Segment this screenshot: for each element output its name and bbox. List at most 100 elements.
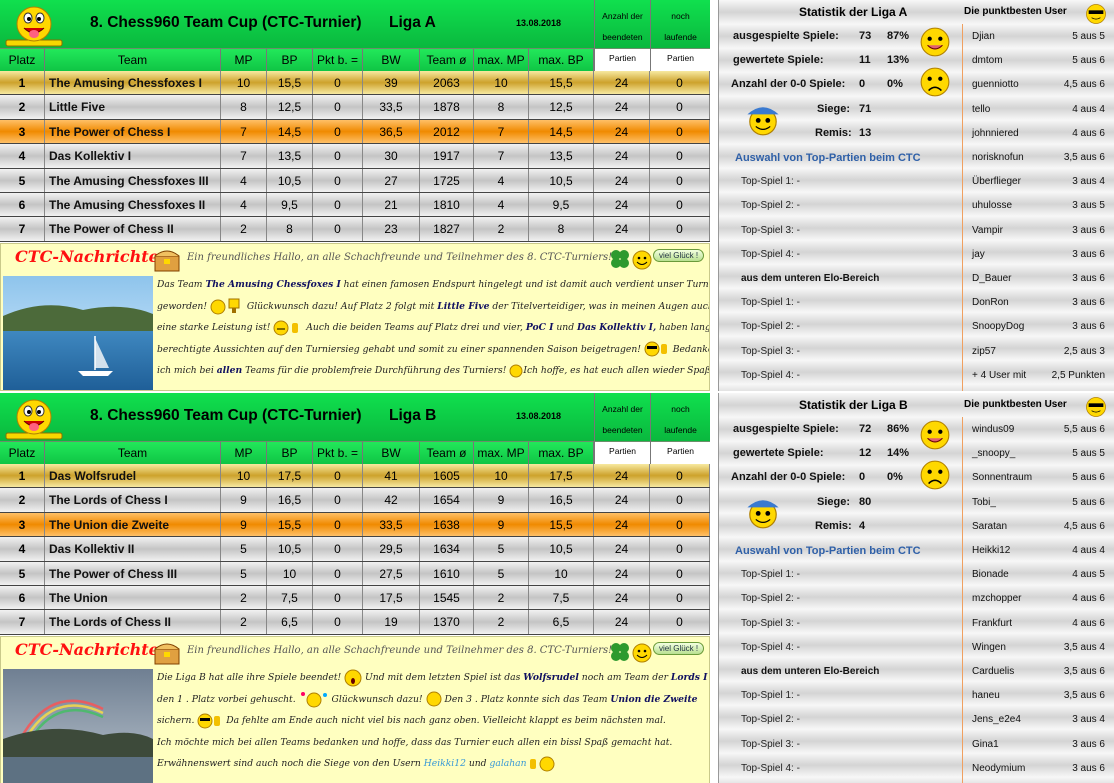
statistics-header: Statistik der Liga B Die punktbesten User [719,393,1114,417]
cell-team: The Amusing Chessfoxes II [45,192,221,217]
cell-platz: 1 [0,71,45,95]
cell-pkt: 0 [313,512,363,537]
cell-platz: 3 [0,119,45,144]
user-row: Carduelis 3,5 aus 6 [972,659,1105,683]
cell-running: 0 [650,464,710,488]
league-name: Liga A [389,14,436,31]
column-divider [962,24,963,391]
news-fragment: Ich möchte mich bei allen Teams bedanken… [157,736,673,748]
user-score: 3,5 aus 6 [1063,690,1105,702]
top-game-item: Top-Spiel 1: - [741,176,800,188]
news-fragment: Ich hoffe, es hat euch allen wieder Spaß… [523,365,709,376]
cell-pkt: 0 [313,537,363,561]
news-highlight: allen [216,365,243,376]
league-date: 13.08.2018 [516,411,562,421]
user-name: Bionade [972,569,1009,581]
news-team-name: Union die Zweite [610,693,698,705]
cell-pkt: 0 [313,192,363,217]
table-row: 1 Das Wolfsrudel 10 17,5 0 41 1605 10 17,5 24 0 [0,464,710,489]
smiley-face-icon [632,250,652,270]
header-line: Anzahl der [602,11,643,21]
cell-pkt: 0 [313,168,363,192]
cell-max-mp: 8 [474,95,529,119]
cell-team-avg: 1610 [420,561,474,585]
user-row: zip57 2,5 aus 3 [972,339,1105,363]
user-score: 5 aus 5 [1072,448,1105,460]
cell-pkt: 0 [313,464,363,488]
best-users-title: Die punktbesten User [964,6,1067,17]
cell-mp: 4 [221,192,267,217]
statistics-header: Statistik der Liga A Die punktbesten User [719,0,1114,24]
user-name: jay [972,248,985,260]
cell-bw: 41 [363,464,420,488]
cell-max-mp: 2 [474,217,529,241]
table-row: 6 The Amusing Chessfoxes II 4 9,5 0 21 1810 4 9,… [0,192,710,218]
news-team-name: Little Five [437,300,490,312]
header-line: Anzahl der [602,404,643,414]
clover-icon [611,250,629,268]
party-smiley-icon [300,692,327,708]
table-row: 7 The Power of Chess II 2 8 0 23 1827 2 8 24 0 [0,217,710,242]
user-row: johnniered 4 aus 6 [972,121,1105,145]
user-score: 4 aus 4 [1072,545,1105,556]
cell-max-bp: 10,5 [529,537,594,561]
cell-mp: 5 [221,561,267,585]
news-fragment: Die Liga B hat alle ihre Spiele beendet! [157,672,345,683]
cell-team: The Union die Zweite [45,512,221,537]
tongue-smiley-icon [5,6,63,47]
user-name: tello [972,103,991,115]
cell-team-avg: 1827 [420,217,474,241]
stat-percent: 0% [887,471,903,484]
user-score: 3,5 aus 4 [1063,641,1105,653]
table-row: 6 The Union 2 7,5 0 17,5 1545 2 7,5 24 0 [0,585,710,611]
table-row: 4 Das Kollektiv I 7 13,5 0 30 1917 7 13,5 24 0 [0,144,710,169]
user-name: norisknofun [972,152,1024,163]
user-row: Bionade 4 aus 5 [972,562,1105,586]
cell-max-mp: 7 [474,119,529,144]
best-users-title: Die punktbesten User [964,399,1067,410]
news-line: Die Liga B hat alle ihre Spiele beendet!… [157,667,709,689]
top-games-title: Auswahl von Top-Partien beim CTC [735,545,921,557]
news-fragment: und [553,322,577,333]
table-body: 1 The Amusing Chessfoxes I 10 15,5 0 39 2063 10… [0,71,710,242]
news-user-link: Heikki12 [423,758,466,769]
news-fragment: sichern. [157,715,198,726]
user-row: _snoopy_ 5 aus 5 [972,441,1105,465]
user-score: 3 aus 4 [1072,176,1105,188]
news-box: CTC-Nachrichten Ein freundliches Hallo, … [0,243,710,391]
news-fragment: noch am Team der [578,672,671,683]
user-row: Saratan 4,5 aus 6 [972,514,1105,538]
header-line: Partien [609,53,636,63]
cell-finished: 24 [594,71,650,95]
cell-bp: 6,5 [267,610,313,634]
cell-team: The Lords of Chess I [45,488,221,512]
cell-max-bp: 12,5 [529,95,594,119]
cell-finished: 24 [594,95,650,119]
cell-bw: 27 [363,168,420,192]
cell-bp: 10,5 [267,168,313,192]
wins-value: 80 [859,495,872,508]
user-score: 3 aus 6 [1072,738,1105,750]
user-name: Neodymium [972,762,1026,774]
cell-pkt: 0 [313,610,363,634]
cell-max-mp: 5 [474,561,529,585]
cell-mp: 2 [221,585,267,610]
cell-team-avg: 1634 [420,537,474,561]
col-mp: MP [221,442,267,464]
header-line: noch [671,11,690,21]
statistics-title: Statistik der Liga B [799,398,908,412]
cell-team-avg: 1545 [420,585,474,610]
cell-max-bp: 6,5 [529,610,594,634]
user-row: guenniotto 4,5 aus 6 [972,72,1105,96]
user-name: Carduelis [972,666,1015,677]
user-row: haneu 3,5 aus 6 [972,683,1105,707]
stat-value: 72 [859,423,872,435]
user-name: zip57 [972,345,996,357]
user-row: Gina1 3 aus 6 [972,732,1105,756]
user-score: 3 aus 6 [1072,224,1105,236]
cell-platz: 2 [0,488,45,512]
header-line: beendeten [602,425,643,435]
cell-bp: 13,5 [267,144,313,168]
news-line: Erwähnenswert sind auch noch die Siege v… [157,753,709,775]
stat-value: 73 [859,30,872,42]
